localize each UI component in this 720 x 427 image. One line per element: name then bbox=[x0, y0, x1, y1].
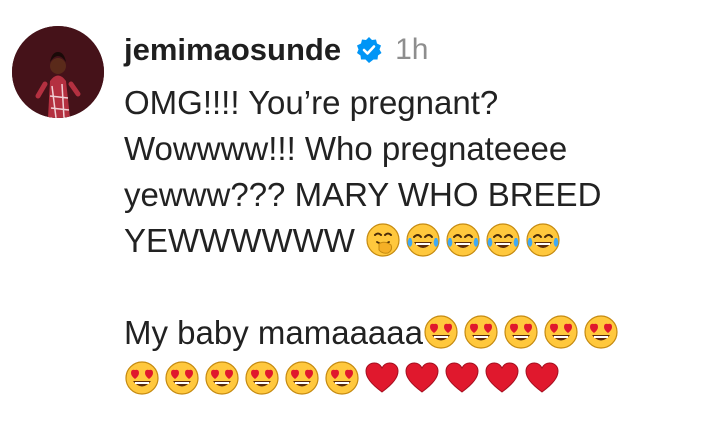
red-heart-icon bbox=[444, 360, 480, 396]
heart-eyes-icon bbox=[463, 314, 499, 350]
comment-line-3: yewww??? MARY WHO BREED bbox=[124, 176, 602, 213]
verified-badge-icon bbox=[355, 36, 383, 64]
timestamp[interactable]: 1h bbox=[395, 33, 428, 67]
heart-eyes-icon bbox=[284, 360, 320, 396]
avatar-photo-icon bbox=[12, 26, 104, 118]
red-heart-icon bbox=[364, 360, 400, 396]
comment-line-4: YEWWWWWW bbox=[124, 218, 714, 264]
face-with-tears-of-joy-icon bbox=[445, 222, 481, 258]
red-heart-icon bbox=[484, 360, 520, 396]
comment-line-1: OMG!!!! You’re pregnant? bbox=[124, 84, 499, 121]
heart-eyes-icon bbox=[204, 360, 240, 396]
red-heart-icon bbox=[404, 360, 440, 396]
comment-item: jemimaosunde 1h OMG!!!! You’re pregnant?… bbox=[0, 0, 720, 427]
comment-line-4-text: YEWWWWWW bbox=[124, 222, 355, 259]
comment-line-6: My baby mamaaaaa bbox=[124, 310, 714, 356]
face-with-tears-of-joy-icon bbox=[525, 222, 561, 258]
avatar[interactable] bbox=[12, 26, 104, 118]
heart-eyes-icon bbox=[324, 360, 360, 396]
heart-eyes-icon bbox=[423, 314, 459, 350]
heart-eyes-icon bbox=[583, 314, 619, 350]
comment-line-6-text: My baby mamaaaaa bbox=[124, 314, 423, 351]
comment-line-2: Wowwww!!! Who pregnateeee bbox=[124, 130, 568, 167]
heart-eyes-icon bbox=[124, 360, 160, 396]
heart-eyes-icon bbox=[164, 360, 200, 396]
red-heart-icon bbox=[524, 360, 560, 396]
comment-header: jemimaosunde 1h bbox=[124, 30, 428, 70]
comment-text: OMG!!!! You’re pregnant? Wowwww!!! Who p… bbox=[124, 80, 714, 402]
username-link[interactable]: jemimaosunde bbox=[124, 32, 341, 68]
face-with-tears-of-joy-icon bbox=[405, 222, 441, 258]
heart-eyes-icon bbox=[543, 314, 579, 350]
face-with-hand-over-mouth-icon bbox=[365, 222, 401, 258]
comment-line-7 bbox=[124, 356, 714, 402]
heart-eyes-icon bbox=[503, 314, 539, 350]
heart-eyes-icon bbox=[244, 360, 280, 396]
face-with-tears-of-joy-icon bbox=[485, 222, 521, 258]
